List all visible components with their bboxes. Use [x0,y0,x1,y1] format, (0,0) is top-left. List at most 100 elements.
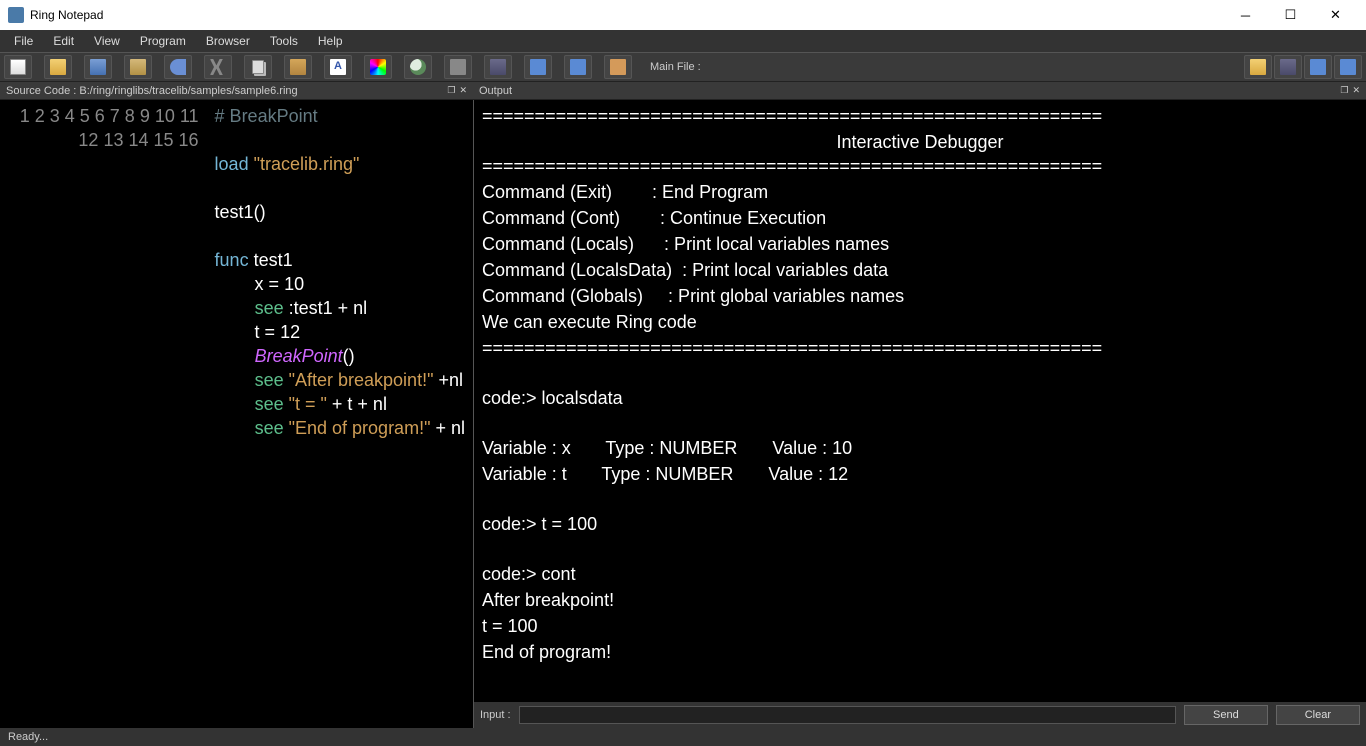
code-token: test1 [249,250,293,270]
code-line: test1() [215,202,266,222]
cut-icon [210,59,226,75]
mainfile-open-button[interactable] [1244,55,1272,79]
output-line: Command (Globals) : Print global variabl… [482,286,904,306]
font-icon: A [330,59,346,75]
save-file-button[interactable] [84,55,112,79]
toolbar: A Main File : [0,52,1366,82]
debug-icon [490,59,506,75]
code-token: see [255,394,284,414]
input-field[interactable] [519,706,1176,724]
clear-button[interactable]: Clear [1276,705,1360,725]
source-undock-icon[interactable]: ❐ [447,85,455,96]
code-token [215,346,255,366]
code-editor[interactable]: 1 2 3 4 5 6 7 8 9 10 11 12 13 14 15 16 #… [0,100,473,728]
code-token: "End of program!" [289,418,431,438]
copy-button[interactable] [244,55,272,79]
output-line: t = 100 [482,616,538,636]
code-token: () [343,346,355,366]
save-as-icon [130,59,146,75]
minimize-button[interactable]: ─ [1223,0,1268,30]
mainfile-run-gui-button[interactable] [1334,55,1362,79]
source-path-label: Source Code : B:/ring/ringlibs/tracelib/… [6,85,298,97]
output-label: Output [479,85,512,97]
code-line: t = 12 [215,322,301,342]
code-token: see [255,370,284,390]
paste-button[interactable] [284,55,312,79]
print-button[interactable] [444,55,472,79]
output-line: Command (LocalsData) : Print local varia… [482,260,888,280]
code-token: "tracelib.ring" [254,154,360,174]
output-line: code:> t = 100 [482,514,597,534]
code-token: see [255,298,284,318]
window-title: Ring Notepad [30,8,103,22]
debug-button[interactable] [484,55,512,79]
output-line: Command (Locals) : Print local variables… [482,234,889,254]
code-token: load [215,154,249,174]
open-file-button[interactable] [44,55,72,79]
code-token: "t = " [289,394,327,414]
output-title: Interactive Debugger [482,130,1358,154]
menu-help[interactable]: Help [308,32,353,50]
save-as-button[interactable] [124,55,152,79]
menu-file[interactable]: File [4,32,43,50]
menu-view[interactable]: View [84,32,130,50]
colors-button[interactable] [364,55,392,79]
maximize-button[interactable]: ☐ [1268,0,1313,30]
new-file-button[interactable] [4,55,32,79]
mainfile-run-button[interactable] [1304,55,1332,79]
line-gutter: 1 2 3 4 5 6 7 8 9 10 11 12 13 14 15 16 [0,100,207,728]
menu-edit[interactable]: Edit [43,32,84,50]
output-console[interactable]: ========================================… [474,100,1366,702]
menu-tools[interactable]: Tools [260,32,308,50]
code-token: +nl [433,370,463,390]
app-icon [8,7,24,23]
run-gui-icon [570,59,586,75]
output-line: ========================================… [482,156,1102,176]
close-button[interactable]: ✕ [1313,0,1358,30]
code-token: see [255,418,284,438]
run-web-button[interactable] [604,55,632,79]
font-button[interactable]: A [324,55,352,79]
open-folder-icon [1250,59,1266,75]
output-undock-icon[interactable]: ❐ [1340,85,1348,96]
output-line: ========================================… [482,106,1102,126]
save-icon [90,59,106,75]
code-line: # BreakPoint [215,106,318,126]
undo-icon [170,59,186,75]
source-close-icon[interactable]: ✕ [459,85,467,96]
code-token: func [215,250,249,270]
output-line: ========================================… [482,338,1102,358]
mainfile-label: Main File : [644,61,707,73]
output-close-icon[interactable]: ✕ [1352,85,1360,96]
open-folder-icon [50,59,66,75]
run-gui-button[interactable] [564,55,592,79]
output-line: Command (Exit) : End Program [482,182,768,202]
statusbar: Ready... [0,728,1366,746]
print-icon [450,59,466,75]
source-panel-header: Source Code : B:/ring/ringlibs/tracelib/… [0,82,473,100]
cut-button[interactable] [204,55,232,79]
run-icon [1310,59,1326,75]
menu-program[interactable]: Program [130,32,196,50]
run-button[interactable] [524,55,552,79]
run-icon [530,59,546,75]
code-token: BreakPoint [255,346,343,366]
output-line: After breakpoint! [482,590,614,610]
copy-icon [252,60,264,74]
input-row: Input : Send Clear [474,702,1366,728]
menu-browser[interactable]: Browser [196,32,260,50]
run-gui-icon [1340,59,1356,75]
find-button[interactable] [404,55,432,79]
output-line: code:> localsdata [482,388,623,408]
output-panel-header: Output ❐ ✕ [473,82,1366,100]
undo-button[interactable] [164,55,192,79]
code-content[interactable]: # BreakPoint load "tracelib.ring" test1(… [207,100,473,728]
output-line: Command (Cont) : Continue Execution [482,208,826,228]
code-token: "After breakpoint!" [289,370,434,390]
window-titlebar: Ring Notepad ─ ☐ ✕ [0,0,1366,30]
mainfile-debug-button[interactable] [1274,55,1302,79]
source-panel: 1 2 3 4 5 6 7 8 9 10 11 12 13 14 15 16 #… [0,100,473,728]
send-button[interactable]: Send [1184,705,1268,725]
input-label: Input : [480,709,511,721]
output-line: code:> cont [482,564,576,584]
